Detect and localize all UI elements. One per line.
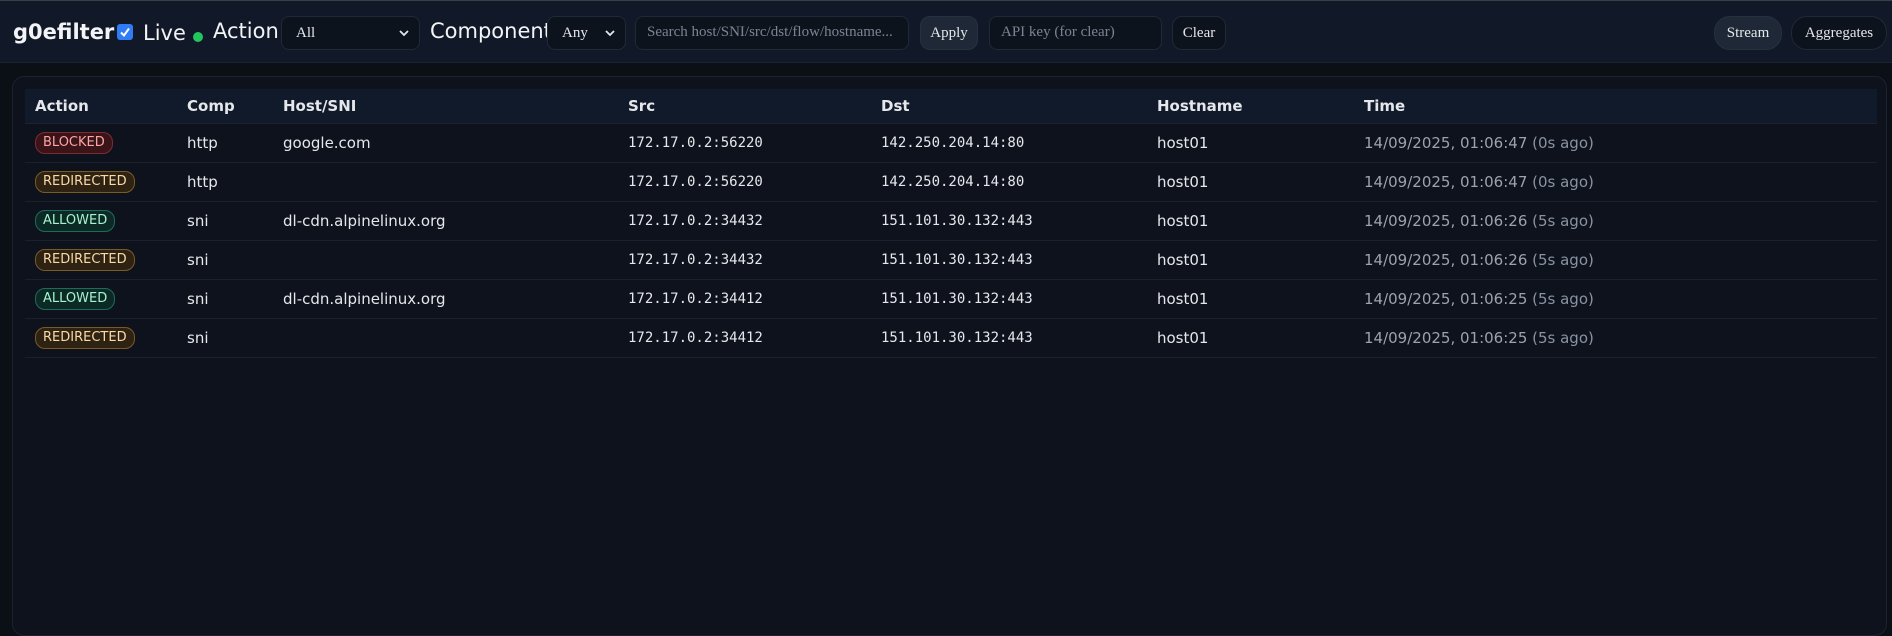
dst-cell: 151.101.30.132:443: [881, 290, 1033, 307]
host-cell: google.com: [283, 133, 371, 152]
table-header-row: Action Comp Host/SNI Src Dst Hostname Ti…: [25, 89, 1877, 124]
table-row[interactable]: REDIRECTED http 172.17.0.2:56220 142.250…: [25, 162, 1877, 201]
hostname-cell: host01: [1157, 289, 1209, 308]
dst-cell: 142.250.204.14:80: [881, 134, 1025, 151]
table-row[interactable]: REDIRECTED sni 172.17.0.2:34432 151.101.…: [25, 240, 1877, 279]
dst-cell: 151.101.30.132:443: [881, 251, 1033, 268]
comp-cell: sni: [187, 289, 209, 308]
component-filter-select[interactable]: Any: [547, 16, 626, 50]
live-checkbox[interactable]: [117, 24, 133, 40]
checkmark-icon: [120, 27, 130, 38]
action-badge: REDIRECTED: [35, 326, 135, 349]
column-header-hostname[interactable]: Hostname: [1147, 89, 1354, 124]
time-cell: 14/09/2025, 01:06:47 (0s ago): [1354, 123, 1877, 162]
host-cell: dl-cdn.alpinelinux.org: [283, 211, 446, 230]
top-toolbar: g0efilter Live Action All Component Any …: [0, 0, 1892, 63]
component-filter-value: Any: [562, 25, 588, 41]
live-label: Live: [143, 21, 186, 45]
api-key-input[interactable]: API key (for clear): [989, 16, 1162, 50]
app-title: g0efilter: [13, 20, 115, 44]
time-cell: 14/09/2025, 01:06:26 (5s ago): [1354, 240, 1877, 279]
aggregates-button[interactable]: Aggregates: [1791, 16, 1887, 50]
time-cell: 14/09/2025, 01:06:26 (5s ago): [1354, 201, 1877, 240]
events-table: Action Comp Host/SNI Src Dst Hostname Ti…: [25, 89, 1877, 358]
host-cell: [273, 318, 618, 357]
time-ago: (5s ago): [1532, 289, 1594, 308]
time-value: 14/09/2025, 01:06:25: [1364, 289, 1528, 308]
time-ago: (5s ago): [1532, 250, 1594, 269]
action-badge: BLOCKED: [35, 131, 113, 154]
time-ago: (0s ago): [1532, 172, 1594, 191]
time-value: 14/09/2025, 01:06:47: [1364, 172, 1528, 191]
host-cell: [273, 240, 618, 279]
dst-cell: 142.250.204.14:80: [881, 173, 1025, 190]
hostname-cell: host01: [1157, 172, 1209, 191]
time-cell: 14/09/2025, 01:06:25 (5s ago): [1354, 318, 1877, 357]
action-badge: ALLOWED: [35, 287, 116, 310]
action-badge: REDIRECTED: [35, 248, 135, 271]
time-value: 14/09/2025, 01:06:47: [1364, 133, 1528, 152]
dst-cell: 151.101.30.132:443: [881, 212, 1033, 229]
comp-cell: sni: [187, 328, 209, 347]
hostname-cell: host01: [1157, 328, 1209, 347]
action-badge: REDIRECTED: [35, 170, 135, 193]
live-status-dot-icon: [193, 32, 203, 42]
dst-cell: 151.101.30.132:443: [881, 329, 1033, 346]
hostname-cell: host01: [1157, 211, 1209, 230]
time-ago: (5s ago): [1532, 328, 1594, 347]
column-header-src[interactable]: Src: [618, 89, 871, 124]
search-input[interactable]: Search host/SNI/src/dst/flow/hostname...: [635, 16, 909, 50]
action-filter-select[interactable]: All: [281, 16, 420, 50]
time-ago: (5s ago): [1532, 211, 1594, 230]
time-cell: 14/09/2025, 01:06:47 (0s ago): [1354, 162, 1877, 201]
comp-cell: http: [187, 133, 218, 152]
time-value: 14/09/2025, 01:06:25: [1364, 328, 1528, 347]
table-row[interactable]: ALLOWED sni dl-cdn.alpinelinux.org 172.1…: [25, 201, 1877, 240]
column-header-dst[interactable]: Dst: [871, 89, 1147, 124]
src-cell: 172.17.0.2:56220: [628, 173, 763, 190]
column-header-host[interactable]: Host/SNI: [273, 89, 618, 124]
host-cell: dl-cdn.alpinelinux.org: [283, 289, 446, 308]
time-value: 14/09/2025, 01:06:26: [1364, 211, 1528, 230]
src-cell: 172.17.0.2:34412: [628, 290, 763, 307]
table-row[interactable]: REDIRECTED sni 172.17.0.2:34412 151.101.…: [25, 318, 1877, 357]
clear-button[interactable]: Clear: [1172, 16, 1226, 50]
comp-cell: sni: [187, 211, 209, 230]
stream-button[interactable]: Stream: [1714, 16, 1782, 50]
time-ago: (0s ago): [1532, 133, 1594, 152]
src-cell: 172.17.0.2:56220: [628, 134, 763, 151]
apply-button[interactable]: Apply: [920, 16, 978, 50]
column-header-action[interactable]: Action: [25, 89, 177, 124]
action-filter-value: All: [296, 25, 316, 41]
action-filter-label: Action: [213, 19, 279, 43]
src-cell: 172.17.0.2:34412: [628, 329, 763, 346]
time-value: 14/09/2025, 01:06:26: [1364, 250, 1528, 269]
hostname-cell: host01: [1157, 250, 1209, 269]
src-cell: 172.17.0.2:34432: [628, 251, 763, 268]
table-row[interactable]: BLOCKED http google.com 172.17.0.2:56220…: [25, 123, 1877, 162]
comp-cell: sni: [187, 250, 209, 269]
column-header-comp[interactable]: Comp: [177, 89, 273, 124]
column-header-time[interactable]: Time: [1354, 89, 1877, 124]
src-cell: 172.17.0.2:34432: [628, 212, 763, 229]
table-row[interactable]: ALLOWED sni dl-cdn.alpinelinux.org 172.1…: [25, 279, 1877, 318]
chevron-down-icon: [399, 30, 409, 37]
component-filter-label: Component: [430, 19, 552, 43]
hostname-cell: host01: [1157, 133, 1209, 152]
time-cell: 14/09/2025, 01:06:25 (5s ago): [1354, 279, 1877, 318]
comp-cell: http: [187, 172, 218, 191]
table-body: BLOCKED http google.com 172.17.0.2:56220…: [25, 123, 1877, 357]
host-cell: [273, 162, 618, 201]
action-badge: ALLOWED: [35, 209, 116, 232]
chevron-down-icon: [605, 30, 615, 37]
events-panel: Action Comp Host/SNI Src Dst Hostname Ti…: [12, 76, 1887, 636]
